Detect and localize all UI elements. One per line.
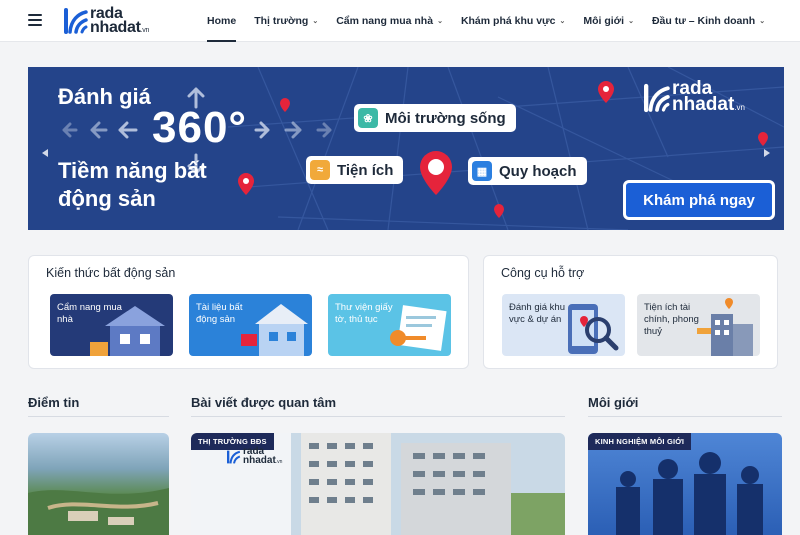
agents-section-divider: [588, 416, 782, 417]
tag-amenities: ≈ Tiện ích: [306, 156, 404, 184]
chevron-down-icon: ⌄: [437, 18, 443, 25]
card-paperwork-library-label: Thư viện giấy tờ, thủ tục: [335, 302, 393, 325]
featured-thumbnail[interactable]: THỊ TRƯỜNG BĐS rada nhadat.vn: [191, 433, 565, 535]
logo-mark-icon: [64, 8, 88, 34]
tools-panel-title: Công cụ hỗ trợ: [501, 266, 585, 280]
nav-brokers-label: Môi giới: [583, 15, 625, 27]
explore-now-button[interactable]: Khám phá ngay: [623, 180, 775, 220]
logo-line2: nhadat: [90, 19, 141, 36]
knowledge-panel-title: Kiến thức bất động sản: [46, 266, 176, 280]
nav-brokers[interactable]: Môi giới ⌄: [574, 0, 643, 42]
tag-living-environment: ❀ Môi trường sống: [354, 104, 516, 132]
nav-explore-area[interactable]: Khám phá khu vực ⌄: [452, 0, 574, 42]
tools-panel: Công cụ hỗ trợ Đánh giá khu vực & dự án …: [483, 255, 778, 369]
card-area-evaluation-label: Đánh giá khu vực & dự án: [509, 302, 565, 325]
aerial-city-image: [28, 488, 169, 535]
nav-investment-label: Đầu tư – Kinh doanh: [651, 15, 756, 27]
agents-section-title: Môi giới: [588, 395, 639, 410]
logo-mark-icon: [227, 450, 241, 464]
site-logo[interactable]: rada nhadat.vn: [64, 6, 174, 38]
chevron-down-icon: ⌄: [759, 18, 766, 25]
menu-icon[interactable]: [28, 14, 42, 26]
nav-market[interactable]: Thị trường ⌄: [245, 0, 327, 42]
chevron-down-icon: ⌄: [628, 18, 634, 25]
featured-section-divider: [191, 416, 565, 417]
card-buying-guide[interactable]: Cẩm nang mua nhà: [50, 294, 173, 356]
nav-home[interactable]: Home: [198, 0, 245, 42]
news-thumbnail[interactable]: [28, 433, 169, 535]
banner-heading-line1: Đánh giá: [58, 84, 151, 109]
nav-market-label: Thị trường: [254, 15, 309, 27]
tag-amenities-label: Tiện ích: [337, 161, 394, 179]
nav-investment[interactable]: Đầu tư – Kinh doanh ⌄: [643, 0, 774, 42]
tag-living-environment-label: Môi trường sống: [385, 109, 506, 127]
featured-section-title: Bài viết được quan tâm: [191, 395, 337, 410]
card-finance-fengshui[interactable]: Tiện ích tài chính, phong thuỷ: [637, 294, 760, 356]
top-navigation-bar: rada nhadat.vn Home Thị trường ⌄ Cẩm nang…: [0, 0, 800, 42]
featured-logo-tld: .vn: [275, 459, 283, 465]
building-icon: ▦: [472, 161, 492, 181]
tag-planning: ▦ Quy hoạch: [468, 157, 587, 185]
news-section-divider: [28, 416, 169, 417]
featured-logo-line2: nhadat: [243, 455, 276, 466]
nav-home-label: Home: [207, 15, 237, 27]
logo-tld: .vn: [140, 27, 150, 34]
agents-category-badge: KINH NGHIỆM MÔI GIỚI: [588, 433, 692, 450]
featured-logo: rada nhadat.vn: [227, 447, 297, 469]
nav-explore-area-label: Khám phá khu vực: [460, 15, 556, 27]
agents-thumbnail[interactable]: KINH NGHIỆM MÔI GIỚI: [588, 433, 782, 535]
leaf-icon: ❀: [358, 108, 378, 128]
main-nav: Home Thị trường ⌄ Cẩm nang mua nhà ⌄ Khám …: [198, 0, 774, 42]
chevron-down-icon: ⌄: [312, 18, 319, 25]
chevron-down-icon: ⌄: [559, 18, 566, 25]
banner-heading-line2: Tiềm năng bất động sản: [58, 158, 207, 211]
banner-logo: rada nhadat.vn: [644, 79, 764, 115]
nav-buying-guide-label: Cẩm nang mua nhà: [336, 15, 434, 27]
card-buying-guide-label: Cẩm nang mua nhà: [57, 302, 122, 325]
banner-360: 360°: [152, 103, 248, 152]
banner-logo-tld: .vn: [734, 103, 745, 112]
card-area-evaluation[interactable]: Đánh giá khu vực & dự án: [502, 294, 625, 356]
card-real-estate-docs-label: Tài liệu bất động sản: [196, 302, 243, 325]
logo-mark-icon: [644, 83, 670, 113]
banner-logo-line2: nhadat: [672, 94, 735, 115]
card-real-estate-docs[interactable]: Tài liệu bất động sản: [189, 294, 312, 356]
nav-buying-guide[interactable]: Cẩm nang mua nhà ⌄: [327, 0, 452, 42]
pool-icon: ≈: [310, 160, 330, 180]
knowledge-panel: Kiến thức bất động sản Cẩm nang mua nhà …: [28, 255, 469, 369]
tag-planning-label: Quy hoạch: [499, 162, 577, 180]
news-section-title: Điểm tin: [28, 395, 80, 410]
card-finance-fengshui-label: Tiện ích tài chính, phong thuỷ: [644, 302, 699, 337]
card-paperwork-library[interactable]: Thư viện giấy tờ, thủ tục: [328, 294, 451, 356]
hero-banner[interactable]: Đánh giá 360° Tiềm năng bất động sản ❀ M…: [28, 67, 784, 230]
